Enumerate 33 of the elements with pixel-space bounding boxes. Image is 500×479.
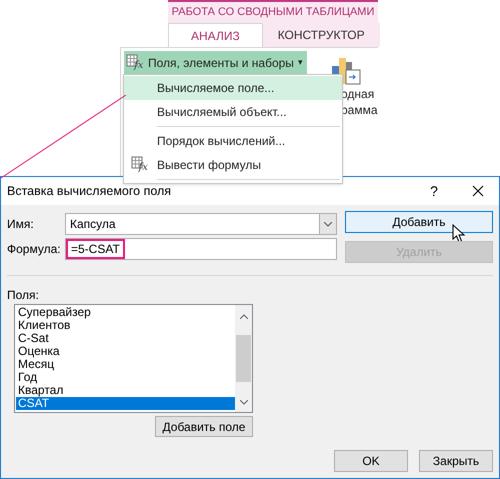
dialog-button[interactable]: OK xyxy=(334,450,408,472)
menu-item[interactable]: Вычисляемое поле... xyxy=(124,76,342,100)
list-item[interactable]: C-Sat xyxy=(16,332,235,345)
help-button[interactable]: ? xyxy=(419,179,449,203)
list-item[interactable]: CSAT xyxy=(16,397,235,410)
menu-item[interactable]: fx Вывести формулы xyxy=(124,153,342,177)
menu-item[interactable]: Порядок вычислений... xyxy=(124,129,342,153)
fields-items-sets-button[interactable]: fx Поля, элементы и наборы ▾ xyxy=(124,51,307,75)
dialog-title: Вставка вычисляемого поля xyxy=(7,182,172,200)
close-icon xyxy=(472,185,484,197)
list-item[interactable]: Год xyxy=(16,371,235,384)
scrollbar-thumb[interactable] xyxy=(236,335,251,382)
list-item[interactable]: Оценка xyxy=(16,345,235,358)
dialog-button[interactable]: Закрыть xyxy=(419,450,493,472)
fields-label: Поля: xyxy=(6,287,40,304)
scrollbar[interactable] xyxy=(235,305,252,412)
context-tab-header: РАБОТА СО СВОДНЫМИ ТАБЛИЦАМИ xyxy=(170,5,376,20)
scroll-up-icon xyxy=(240,314,248,319)
name-combobox[interactable]: Капсула xyxy=(65,213,337,235)
formula-label: Формула: xyxy=(7,241,62,258)
name-label: Имя: xyxy=(7,216,35,233)
chevron-down-icon xyxy=(324,222,332,226)
ribbon-tab[interactable]: АНАЛИЗ xyxy=(168,23,263,47)
scroll-down-icon xyxy=(240,400,248,405)
list-item[interactable]: Месяц xyxy=(16,358,235,371)
formula-field[interactable]: =5-CSAT xyxy=(65,238,337,260)
add-field-button[interactable]: Добавить поле xyxy=(155,416,253,437)
ribbon-tab[interactable]: КОНСТРУКТОР xyxy=(262,23,380,47)
list-item[interactable]: Супервайзер xyxy=(16,306,235,319)
menu-item[interactable]: Вычисляемый объект... xyxy=(124,100,342,124)
list-item[interactable]: Квартал xyxy=(16,384,235,397)
list-item[interactable]: Клиентов xyxy=(16,319,235,332)
cursor-icon xyxy=(452,224,466,244)
